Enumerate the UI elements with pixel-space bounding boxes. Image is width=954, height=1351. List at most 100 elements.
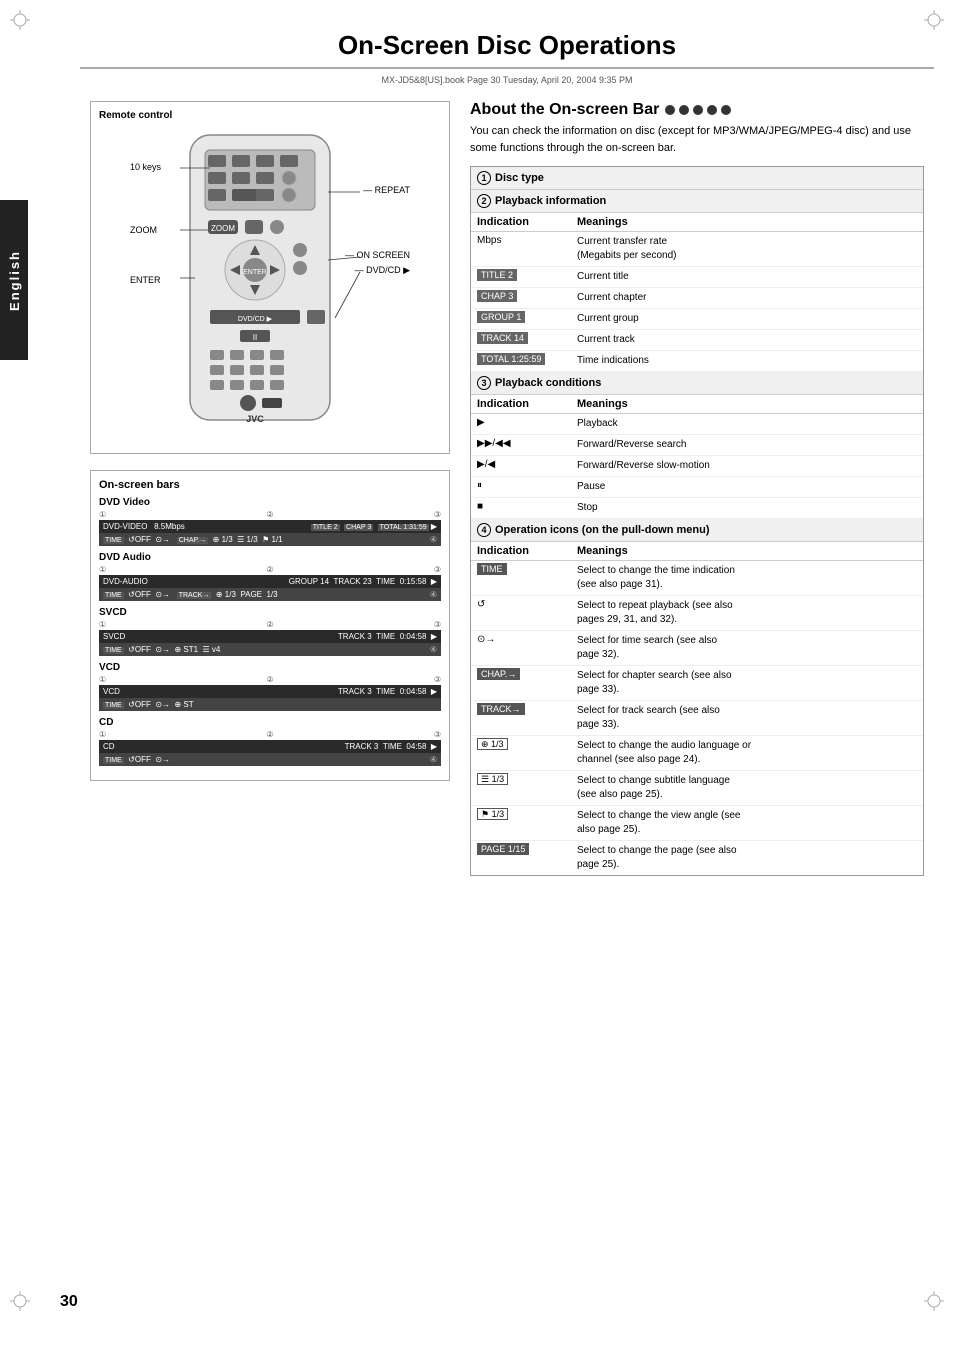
section-3-col-headers: Indication Meanings <box>471 395 923 414</box>
ind-repeat-icon: ↺ <box>471 596 571 630</box>
about-title: About the On-screen Bar <box>470 101 924 119</box>
svcd-info-right: TRACK 3 TIME 0:04:58 ▶ <box>338 632 437 641</box>
row-time-icon: TIME Select to change the time indicatio… <box>471 561 923 596</box>
svg-text:DVD/CD ▶: DVD/CD ▶ <box>238 316 273 323</box>
section-3-header: 3 Playback conditions <box>471 372 923 395</box>
ind-fwd-rev-slow: ▶/◀ <box>471 456 571 476</box>
row-chap3: CHAP 3 Current chapter <box>471 288 923 309</box>
dvd-audio-bar-bottom: TIME ↺OFF ⊙→ TRACK→ ⊕ 1/3 PAGE 1/3 ④ <box>99 588 441 601</box>
row-pause: ⏸ Pause <box>471 477 923 498</box>
vcd-num-1: ① <box>99 675 106 684</box>
corner-bl-mark <box>10 1291 30 1311</box>
col-header-meanings-4: Meanings <box>571 542 923 560</box>
svcd-num-3: ③ <box>434 620 441 629</box>
cd-num-3: ③ <box>434 730 441 739</box>
side-tab: English <box>0 200 28 360</box>
mean-time-icon: Select to change the time indication(see… <box>571 561 923 595</box>
bar-num-3: ③ <box>434 510 441 519</box>
mean-fwd-rev-search: Forward/Reverse search <box>571 435 923 455</box>
section-1-num: 1 <box>477 171 491 185</box>
row-fwd-rev-search: ▶▶/◀◀ Forward/Reverse search <box>471 435 923 456</box>
col-header-indication-3: Indication <box>471 395 571 413</box>
svg-text:ZOOM: ZOOM <box>211 224 235 233</box>
dvd-video-bar-top: DVD-VIDEO 8.5Mbps TITLE 2 CHAP 3 TOTAL 1… <box>99 520 441 533</box>
annotation-10keys: 10 keys <box>130 162 161 172</box>
vcd-bar: ① ② ③ VCD TRACK 3 TIME 0:04:58 ▶ TIME ↺O… <box>99 675 441 711</box>
ind-pause: ⏸ <box>471 477 571 497</box>
dot-5 <box>721 105 731 115</box>
bar-num-2: ② <box>266 510 273 519</box>
page-number: 30 <box>60 1293 78 1311</box>
vcd-bottom-left: TIME ↺OFF ⊙→ ⊕ ST <box>103 700 194 709</box>
dot-2 <box>679 105 689 115</box>
row-repeat-icon: ↺ Select to repeat playback (see alsopag… <box>471 596 923 631</box>
dvd-audio-num-2: ② <box>266 565 273 574</box>
mean-audio-channel: Select to change the audio language orch… <box>571 736 923 770</box>
ind-time-icon: TIME <box>471 561 571 595</box>
svcd-num-1: ① <box>99 620 106 629</box>
cd-info-left: CD <box>103 742 115 751</box>
ind-total-time: TOTAL 1:25:59 <box>471 351 571 371</box>
cd-bar-bottom: TIME ↺OFF ⊙→ ④ <box>99 753 441 766</box>
mean-subtitle: Select to change subtitle language(see a… <box>571 771 923 805</box>
mean-playback: Playback <box>571 414 923 434</box>
section-4-title: Operation icons (on the pull-down menu) <box>495 524 710 536</box>
cd-label: CD <box>99 717 441 728</box>
mean-mbps: Current transfer rate(Megabits per secon… <box>571 232 923 266</box>
dvd-audio-info-left: DVD-AUDIO <box>103 577 148 586</box>
onscreen-bars-section: On-screen bars DVD Video ① ② ③ DVD-VIDEO… <box>90 470 450 781</box>
corner-tl-mark <box>10 10 30 30</box>
remote-image: ZOOM ENTER <box>99 125 441 445</box>
svcd-num-4: ④ <box>430 645 437 654</box>
mean-page: Select to change the page (see alsopage … <box>571 841 923 875</box>
ind-view-angle: ⚑ 1/3 <box>471 806 571 840</box>
mean-title2: Current title <box>571 267 923 287</box>
ind-track14: TRACK 14 <box>471 330 571 350</box>
cd-num-4: ④ <box>430 755 437 764</box>
about-desc: You can check the information on disc (e… <box>470 123 924 156</box>
corner-br-mark <box>924 1291 944 1311</box>
mean-track14: Current track <box>571 330 923 350</box>
dvd-video-bottom-left: TIME ↺OFF ⊙→ CHAP.→ ⊕ 1/3 ☰ 1/3 ⚑ 1/1 <box>103 535 283 544</box>
dvd-audio-bar-top: DVD-AUDIO GROUP 14 TRACK 23 TIME 0:15:58… <box>99 575 441 588</box>
dvd-audio-info-right: GROUP 14 TRACK 23 TIME 0:15:58 ▶ <box>289 577 437 586</box>
info-table: 1 Disc type 2 Playback information Indic… <box>470 166 924 876</box>
svcd-num-2: ② <box>266 620 273 629</box>
ind-time-search: ⊙→ <box>471 631 571 665</box>
bars-title: On-screen bars <box>99 479 441 491</box>
vcd-num-2: ② <box>266 675 273 684</box>
mean-view-angle: Select to change the view angle (seealso… <box>571 806 923 840</box>
section-2-num: 2 <box>477 194 491 208</box>
ind-audio-channel: ⊕ 1/3 <box>471 736 571 770</box>
svcd-bottom-left: TIME ↺OFF ⊙→ ⊕ ST1 ☰ v4 <box>103 645 220 654</box>
row-fwd-rev-slow: ▶/◀ Forward/Reverse slow-motion <box>471 456 923 477</box>
dvd-video-info-right: TITLE 2 CHAP 3 TOTAL 1:31:59 ▶ <box>311 522 437 531</box>
row-view-angle: ⚑ 1/3 Select to change the view angle (s… <box>471 806 923 841</box>
about-title-text: About the On-screen Bar <box>470 101 659 119</box>
remote-svg: ZOOM ENTER <box>180 130 340 430</box>
section-2-title: Playback information <box>495 195 606 207</box>
left-column: Remote control <box>90 101 450 876</box>
dvd-audio-num-3: ③ <box>434 565 441 574</box>
vcd-bar-top: VCD TRACK 3 TIME 0:04:58 ▶ <box>99 685 441 698</box>
row-time-search: ⊙→ Select for time search (see alsopage … <box>471 631 923 666</box>
ind-chap-search: CHAP.→ <box>471 666 571 700</box>
section-2-col-headers: Indication Meanings <box>471 213 923 232</box>
row-title2: TITLE 2 Current title <box>471 267 923 288</box>
bar-num-1: ① <box>99 510 106 519</box>
row-track14: TRACK 14 Current track <box>471 330 923 351</box>
dot-indicators <box>665 105 731 115</box>
annotation-enter: ENTER <box>130 275 161 285</box>
col-header-indication: Indication <box>471 213 571 231</box>
dvd-video-bar-bottom: TIME ↺OFF ⊙→ CHAP.→ ⊕ 1/3 ☰ 1/3 ⚑ 1/1 ④ <box>99 533 441 546</box>
vcd-info-right: TRACK 3 TIME 0:04:58 ▶ <box>338 687 437 696</box>
row-playback: ▶ Playback <box>471 414 923 435</box>
remote-control-box: Remote control <box>90 101 450 454</box>
col-header-meanings: Meanings <box>571 213 923 231</box>
ind-fwd-rev-search: ▶▶/◀◀ <box>471 435 571 455</box>
mean-chap-search: Select for chapter search (see alsopage … <box>571 666 923 700</box>
vcd-label: VCD <box>99 662 441 673</box>
dvd-audio-num-4: ④ <box>430 590 437 599</box>
page-title: On-Screen Disc Operations <box>80 30 934 69</box>
svcd-info-left: SVCD <box>103 632 125 641</box>
